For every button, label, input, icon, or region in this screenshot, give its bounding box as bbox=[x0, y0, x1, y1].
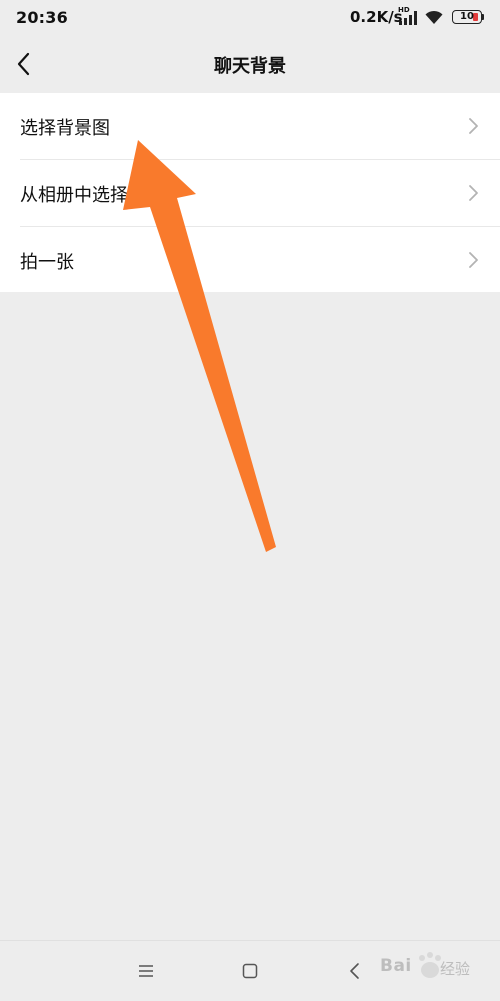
chevron-right-icon bbox=[469, 185, 478, 201]
home-icon[interactable] bbox=[242, 963, 258, 979]
back-icon[interactable] bbox=[348, 962, 362, 980]
watermark-brand: Bai bbox=[380, 956, 412, 976]
chevron-right-icon bbox=[469, 252, 478, 268]
battery-level: 10 bbox=[460, 11, 474, 22]
page-title: 聊天背景 bbox=[214, 56, 286, 77]
wifi-icon bbox=[425, 10, 443, 24]
battery-icon: 10 bbox=[452, 10, 482, 24]
option-list: 选择背景图 从相册中选择 拍一张 bbox=[0, 93, 500, 292]
option-label: 拍一张 bbox=[20, 252, 74, 273]
nav-bar: 聊天背景 bbox=[0, 36, 500, 92]
option-label: 选择背景图 bbox=[20, 118, 110, 139]
watermark-sub: 经验 bbox=[440, 960, 471, 978]
status-time: 20:36 bbox=[16, 8, 68, 27]
option-select-background[interactable]: 选择背景图 bbox=[0, 93, 500, 159]
status-bar: 20:36 0.2K/s HD 10 bbox=[0, 0, 500, 36]
battery-cap bbox=[482, 14, 484, 20]
signal-icon bbox=[399, 11, 417, 25]
option-label: 从相册中选择 bbox=[20, 185, 128, 206]
option-take-photo[interactable]: 拍一张 bbox=[0, 227, 500, 293]
network-speed: 0.2K/s bbox=[350, 8, 403, 26]
menu-icon[interactable] bbox=[138, 963, 154, 979]
chevron-right-icon bbox=[469, 118, 478, 134]
option-choose-from-album[interactable]: 从相册中选择 bbox=[0, 160, 500, 226]
